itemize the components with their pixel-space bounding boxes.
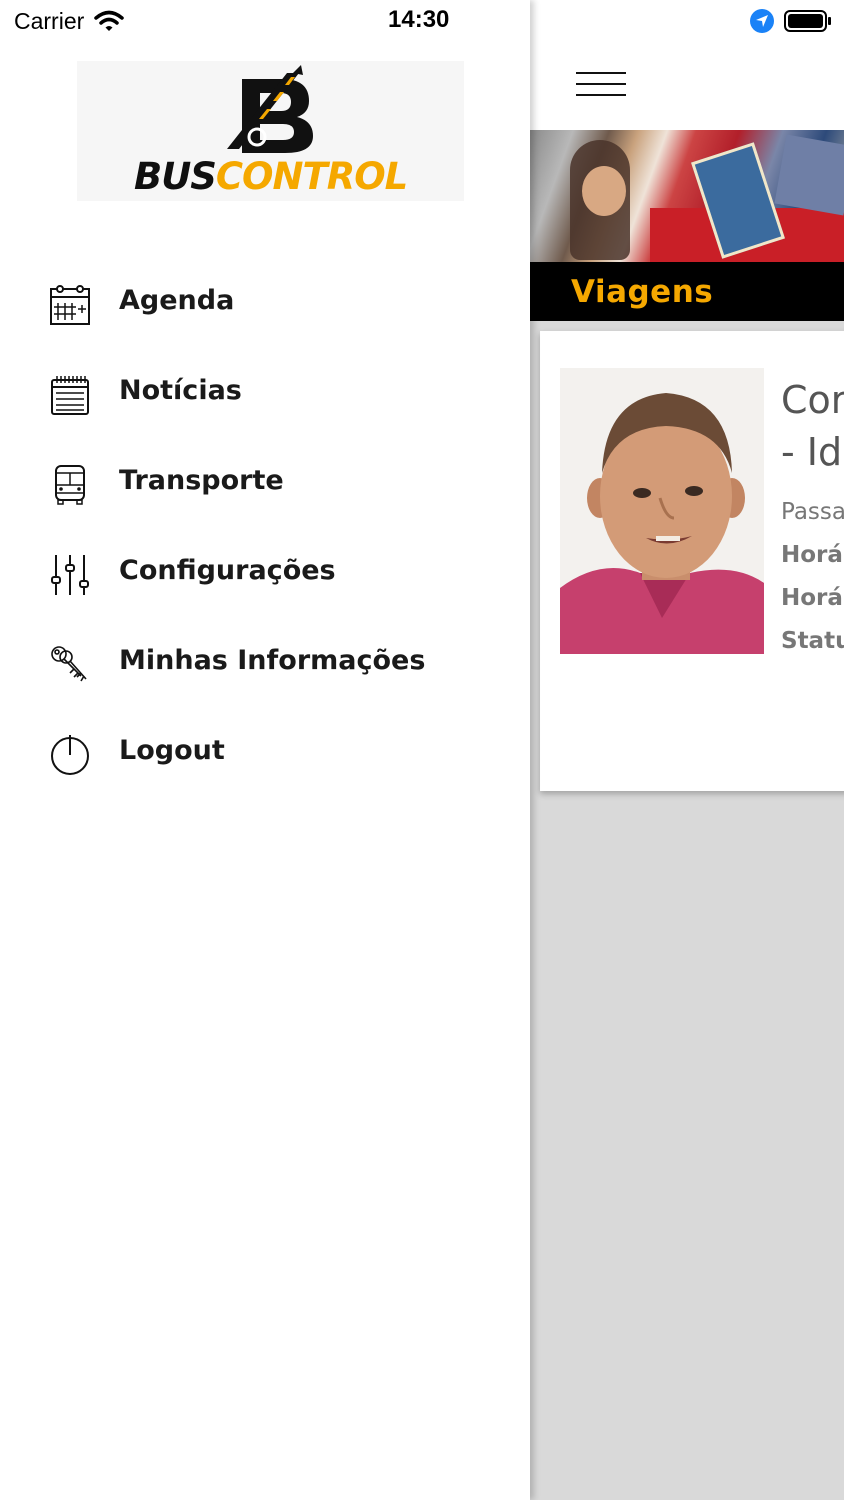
departure-time-label: Horá [781, 542, 843, 568]
wifi-icon [94, 10, 125, 31]
navigation-drawer: Carrier 14:30 BUSCONTROL Agenda Notícias… [0, 0, 530, 1500]
menu-item-configuracoes[interactable]: Configurações [0, 543, 530, 613]
menu-item-minhas-informacoes[interactable]: Minhas Informações [0, 633, 530, 703]
menu-item-noticias[interactable]: Notícias [0, 363, 530, 433]
menu-item-transporte[interactable]: Transporte [0, 453, 530, 523]
section-header: Viagens [530, 262, 844, 321]
menu-item-agenda[interactable]: Agenda [0, 273, 530, 343]
menu-toggle-button[interactable] [576, 72, 626, 98]
menu-item-logout[interactable]: Logout [0, 723, 530, 793]
bus-icon [55, 465, 85, 505]
menu-item-label: Minhas Informações [119, 645, 426, 676]
menu-item-label: Configurações [119, 555, 336, 586]
carrier-name: Carrier [14, 7, 85, 34]
brand-wordmark: BUSCONTROL [134, 155, 408, 198]
status-bar-left: Carrier [14, 6, 125, 36]
buscontrol-logo: BUSCONTROL [77, 61, 464, 201]
power-icon [51, 735, 89, 775]
logo-mark-icon [227, 65, 313, 153]
menu-item-label: Transporte [119, 465, 284, 496]
main-content: Viagens Cor - Id Passa Horá Horá Statu [530, 0, 844, 1500]
passenger-photo [560, 368, 764, 654]
main-header [530, 0, 844, 130]
menu-item-label: Agenda [119, 285, 235, 316]
location-arrow-icon [750, 9, 774, 33]
menu-item-label: Notícias [119, 375, 242, 406]
sliders-icon [51, 555, 89, 595]
keys-icon [51, 646, 87, 682]
notepad-icon [51, 376, 89, 415]
calendar-icon [50, 285, 90, 325]
trip-id: - Id [781, 430, 843, 474]
section-title: Viagens [571, 274, 714, 310]
status-bar-right [750, 8, 832, 34]
trip-card[interactable]: Cor - Id Passa Horá Horá Statu [540, 331, 844, 791]
passenger-label: Passa [781, 499, 844, 525]
arrival-time-label: Horá [781, 585, 843, 611]
trip-title: Cor [781, 378, 844, 422]
banner-image [530, 130, 844, 262]
status-label: Statu [781, 628, 844, 654]
battery-icon [784, 10, 831, 32]
status-time: 14:30 [388, 6, 450, 33]
menu-item-label: Logout [119, 735, 225, 766]
